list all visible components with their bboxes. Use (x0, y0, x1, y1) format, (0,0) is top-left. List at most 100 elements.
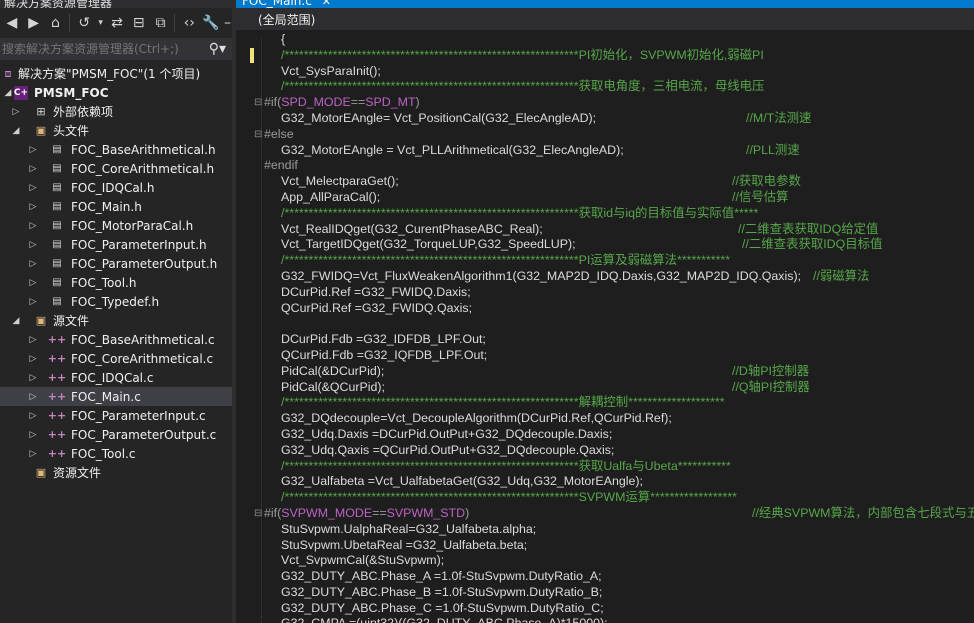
more-options-icon[interactable]: – (223, 12, 232, 34)
collapsed-arrow-icon[interactable]: ▷ (27, 278, 39, 288)
file-item[interactable]: ▷ ▤ FOC_BaseArithmetical.h (0, 140, 232, 159)
collapsed-arrow-icon[interactable]: ▷ (27, 335, 39, 345)
file-item[interactable]: ▷ ++ FOC_Tool.c (0, 444, 232, 463)
code-line[interactable]: /***************************************… (254, 253, 974, 269)
collapsed-arrow-icon[interactable]: ▷ (27, 373, 39, 383)
file-item[interactable]: ▷ ▤ FOC_Typedef.h (0, 292, 232, 311)
code-line[interactable]: DCurPid.Ref =G32_FWIDQ.Daxis; (254, 285, 974, 301)
code-line[interactable]: G32_MotorEAngle = Vct_PLLArithmetical(G3… (254, 143, 974, 159)
show-all-files-icon[interactable]: ⧉ (151, 12, 171, 34)
fold-toggle-icon[interactable]: ⊟ (254, 95, 262, 111)
search-input[interactable] (0, 42, 192, 56)
code-line[interactable]: StuSvpwm.UbetaReal =G32_Ualfabeta.beta; (254, 538, 974, 554)
forward-icon[interactable]: ▶ (24, 12, 44, 34)
file-item[interactable]: ▷ ▤ FOC_CoreArithmetical.h (0, 159, 232, 178)
fold-toggle-icon[interactable]: ⊟ (254, 127, 262, 143)
back-icon[interactable]: ◀ (2, 12, 22, 34)
headers-folder-node[interactable]: ◢ ▣ 头文件 (0, 121, 232, 140)
code-line[interactable]: Vct_MelectparaGet(); //获取电参数 (254, 174, 974, 190)
code-line[interactable] (254, 316, 974, 332)
file-item[interactable]: ▷ ▤ FOC_MotorParaCal.h (0, 216, 232, 235)
project-node[interactable]: ◢ C+ PMSM_FOC (0, 83, 232, 102)
code-line[interactable]: G32_DUTY_ABC.Phase_C =1.0f-StuSvpwm.Duty… (254, 601, 974, 617)
wrench-icon[interactable]: 🔧 (201, 12, 221, 34)
collapsed-arrow-icon[interactable]: ▷ (27, 259, 39, 269)
code-line[interactable]: PidCal(&QCurPid); //Q轴PI控制器 (254, 380, 974, 396)
code-line[interactable]: { (254, 32, 974, 48)
tab-foc-main-c[interactable]: FOC_Main.c ✕ (236, 0, 338, 8)
file-item[interactable]: ▷ ++ FOC_IDQCal.c (0, 368, 232, 387)
collapsed-arrow-icon[interactable]: ▷ (27, 240, 39, 250)
expanded-arrow-icon[interactable]: ◢ (10, 316, 22, 326)
code-area[interactable]: {/**************************************… (254, 32, 974, 623)
collapsed-arrow-icon[interactable]: ▷ (27, 164, 39, 174)
code-line[interactable]: ⊟ #else (254, 127, 974, 143)
collapsed-arrow-icon[interactable]: ▷ (27, 297, 39, 307)
chevron-down-icon[interactable]: ▾ (96, 12, 105, 34)
file-item[interactable]: ▷ ▤ FOC_Main.h (0, 197, 232, 216)
close-icon[interactable]: ✕ (322, 0, 331, 8)
collapsed-arrow-icon[interactable]: ▷ (27, 411, 39, 421)
search-icon[interactable]: ⚲▾ (209, 41, 232, 57)
code-line[interactable]: G32_DQdecouple=Vct_DecoupleAlgorithm(DCu… (254, 411, 974, 427)
code-line[interactable]: G32_DUTY_ABC.Phase_B =1.0f-StuSvpwm.Duty… (254, 585, 974, 601)
expanded-arrow-icon[interactable]: ◢ (2, 88, 14, 98)
expanded-arrow-icon[interactable]: ◢ (10, 126, 22, 136)
code-line[interactable]: /***************************************… (254, 79, 974, 95)
external-deps-node[interactable]: ▷ ⊞ 外部依赖项 (0, 102, 232, 121)
collapse-all-icon[interactable]: ⊟ (129, 12, 149, 34)
code-line[interactable]: DCurPid.Fdb =G32_IDFDB_LPF.Out; (254, 332, 974, 348)
code-line[interactable]: G32_Udq.Qaxis =QCurPid.OutPut+G32_DQdeco… (254, 443, 974, 459)
scope-dropdown[interactable]: (全局范围) (258, 11, 315, 28)
collapsed-arrow-icon[interactable]: ▷ (27, 392, 39, 402)
code-line[interactable]: G32_FWIDQ=Vct_FluxWeakenAlgorithm1(G32_M… (254, 269, 974, 285)
collapsed-arrow-icon[interactable]: ▷ (27, 449, 39, 459)
code-view-icon[interactable]: ‹› (179, 12, 199, 34)
code-line[interactable]: /***************************************… (254, 48, 974, 64)
code-line[interactable]: G32_Udq.Daxis =DCurPid.OutPut+G32_DQdeco… (254, 427, 974, 443)
code-line[interactable]: /***************************************… (254, 206, 974, 222)
code-line[interactable]: Vct_SvpwmCal(&StuSvpwm); (254, 553, 974, 569)
code-line[interactable]: ⊟ #if(SPD_MODE==SPD_MT) (254, 95, 974, 111)
collapsed-arrow-icon[interactable]: ▷ (27, 183, 39, 193)
sources-folder-node[interactable]: ◢ ▣ 源文件 (0, 311, 232, 330)
code-line[interactable]: ⊟ #if(SVPWM_MODE==SVPWM_STD) //经典SVPWM算法，内… (254, 506, 974, 522)
resources-folder-node[interactable]: ▣ 资源文件 (0, 463, 232, 482)
sync-icon[interactable]: ⇄ (107, 12, 127, 34)
collapsed-arrow-icon[interactable]: ▷ (27, 145, 39, 155)
collapsed-arrow-icon[interactable]: ▷ (27, 430, 39, 440)
file-item[interactable]: ▷ ++ FOC_ParameterOutput.c (0, 425, 232, 444)
collapsed-arrow-icon[interactable]: ▷ (10, 107, 22, 117)
collapsed-arrow-icon[interactable]: ▷ (27, 221, 39, 231)
code-line[interactable]: G32_Ualfabeta =Vct_UalfabetaGet(G32_Udq,… (254, 474, 974, 490)
file-item[interactable]: ▷ ++ FOC_ParameterInput.c (0, 406, 232, 425)
collapsed-arrow-icon[interactable]: ▷ (27, 202, 39, 212)
code-line[interactable]: Vct_RealIDQget(G32_CurentPhaseABC_Real);… (254, 222, 974, 238)
code-line[interactable]: PidCal(&DCurPid); //D轴PI控制器 (254, 364, 974, 380)
file-item[interactable]: ▷ ++ FOC_CoreArithmetical.c (0, 349, 232, 368)
code-line[interactable]: StuSvpwm.UalphaReal=G32_Ualfabeta.alpha; (254, 522, 974, 538)
code-line[interactable]: G32_MotorEAngle= Vct_PositionCal(G32_Ele… (254, 111, 974, 127)
code-line[interactable]: G32_DUTY_ABC.Phase_A =1.0f-StuSvpwm.Duty… (254, 569, 974, 585)
file-item[interactable]: ▷ ▤ FOC_IDQCal.h (0, 178, 232, 197)
code-line[interactable]: App_AllParaCal(); //信号估算 (254, 190, 974, 206)
file-item[interactable]: ▷ ++ FOC_Main.c (0, 387, 232, 406)
file-item[interactable]: ▷ ++ FOC_BaseArithmetical.c (0, 330, 232, 349)
code-line[interactable]: /***************************************… (254, 459, 974, 475)
file-item[interactable]: ▷ ▤ FOC_ParameterInput.h (0, 235, 232, 254)
history-icon[interactable]: ↺ (74, 12, 94, 34)
code-line[interactable]: QCurPid.Fdb =G32_IQFDB_LPF.Out; (254, 348, 974, 364)
code-line[interactable]: G32_CMPA =(uint32)((G32_DUTY_ABC.Phase_A… (254, 616, 974, 623)
file-item[interactable]: ▷ ▤ FOC_ParameterOutput.h (0, 254, 232, 273)
file-item[interactable]: ▷ ▤ FOC_Tool.h (0, 273, 232, 292)
code-line[interactable]: /***************************************… (254, 395, 974, 411)
code-line[interactable]: Vct_SysParaInit(); (254, 64, 974, 80)
explorer-search-box[interactable]: ⚲▾ (0, 38, 232, 60)
code-line[interactable]: #endif (254, 158, 974, 174)
solution-node[interactable]: ⧈ 解决方案"PMSM_FOC"(1 个项目) (0, 64, 232, 83)
collapsed-arrow-icon[interactable]: ▷ (27, 354, 39, 364)
code-line[interactable]: QCurPid.Ref =G32_FWIDQ.Qaxis; (254, 301, 974, 317)
code-line[interactable]: /***************************************… (254, 490, 974, 506)
fold-toggle-icon[interactable]: ⊟ (254, 506, 262, 522)
code-line[interactable]: Vct_TargetIDQget(G32_TorqueLUP,G32_Speed… (254, 237, 974, 253)
